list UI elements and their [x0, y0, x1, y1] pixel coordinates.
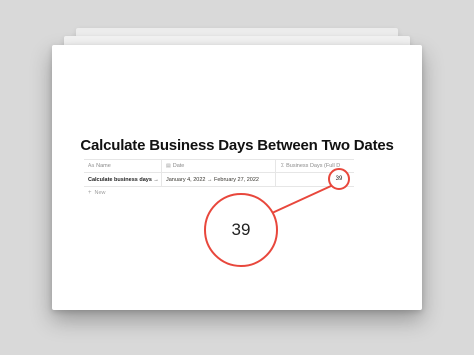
plus-icon: + [88, 189, 92, 196]
new-row[interactable]: + New [84, 187, 160, 198]
row-date: January 4, 2022 → February 27, 2022 [166, 176, 259, 183]
highlight-circle-small: 39 [328, 168, 350, 190]
callout-circle-large: 39 [204, 193, 278, 267]
formula-icon: Σ [281, 163, 285, 169]
database-table: Aa Name ▤ Date Σ Business Days (Full D C… [84, 159, 354, 198]
column-header-date[interactable]: ▤ Date [161, 160, 274, 172]
date-cell[interactable]: January 4, 2022 → February 27, 2022 [161, 173, 274, 186]
column-header-name[interactable]: Aa Name [84, 160, 160, 172]
name-cell[interactable]: Calculate business days → [84, 173, 160, 186]
row-name: Calculate business days → [88, 176, 159, 183]
column-label: Name [96, 163, 111, 169]
table-row[interactable]: Calculate business days → January 4, 202… [84, 173, 354, 187]
text-icon: Aa [88, 163, 95, 169]
highlight-value-small: 39 [335, 176, 343, 182]
table-header: Aa Name ▤ Date Σ Business Days (Full D [84, 159, 354, 173]
page-title: Calculate Business Days Between Two Date… [80, 137, 394, 154]
new-row-label: New [94, 189, 106, 196]
column-label: Date [172, 163, 185, 169]
callout-value: 39 [231, 220, 251, 239]
calendar-icon: ▤ [166, 163, 171, 169]
column-label: Business Days (Full D [286, 163, 341, 169]
new-row-button[interactable]: + New [84, 187, 354, 198]
